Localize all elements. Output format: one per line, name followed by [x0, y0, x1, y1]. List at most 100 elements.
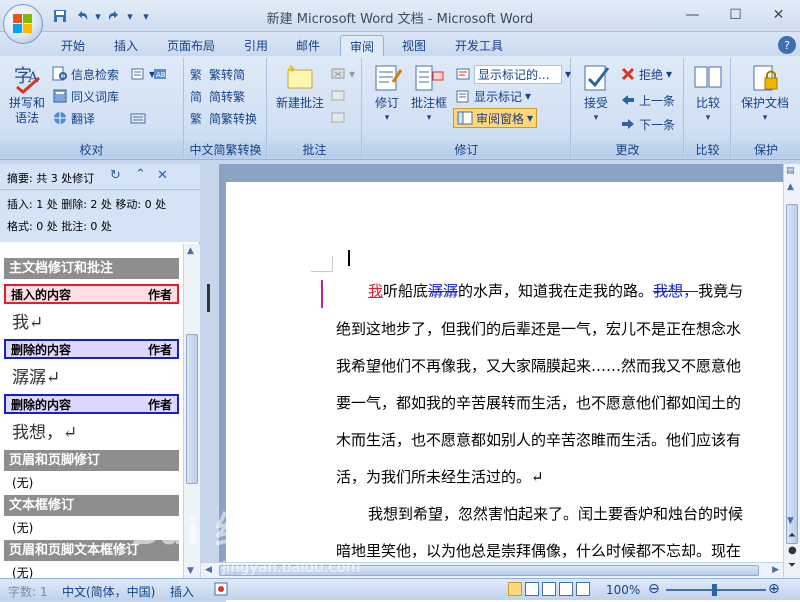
- dropdown-arrow-icon: ▾: [705, 113, 711, 123]
- reviewing-pane-icon: [457, 111, 473, 125]
- language-indicator[interactable]: 中文(简体，中国): [62, 583, 155, 600]
- group-label-protect: 保护: [732, 141, 800, 158]
- protect-document-button[interactable]: 保护文档 ▾: [736, 62, 794, 126]
- tab-home[interactable]: 开始: [55, 35, 91, 56]
- revision-header-insert[interactable]: 插入的内容 作者: [4, 284, 179, 304]
- track-changes-button[interactable]: 修订 ▾: [369, 62, 405, 126]
- zoom-in-icon[interactable]: ⊕: [768, 581, 780, 597]
- revision-content[interactable]: 我↵: [12, 308, 43, 333]
- reject-button[interactable]: 拒绝 ▾: [620, 64, 672, 84]
- zoom-level[interactable]: 100%: [606, 583, 640, 597]
- balloons-button[interactable]: 批注框 ▾: [407, 62, 451, 126]
- show-markup-icon: [456, 90, 469, 103]
- display-for-review-dropdown[interactable]: 显示标记的... ▾: [455, 64, 571, 84]
- pane-scrollbar-thumb[interactable]: [186, 334, 198, 484]
- refresh-icon[interactable]: ↻: [110, 168, 121, 183]
- chinese-conversion-icon: 繁: [190, 111, 202, 126]
- ruler-toggle-icon[interactable]: ▤: [786, 166, 798, 178]
- tab-page-layout[interactable]: 页面布局: [160, 35, 222, 56]
- previous-change-icon: [622, 95, 634, 105]
- minimize-icon[interactable]: —: [671, 0, 714, 30]
- word-count-button[interactable]: ABC: [152, 64, 168, 84]
- dropdown-arrow-icon: ▾: [384, 113, 390, 123]
- office-logo-icon: [13, 14, 33, 34]
- revision-content[interactable]: 我想，↵: [12, 418, 77, 443]
- reject-icon: [621, 67, 635, 81]
- word-count[interactable]: 字数: 1: [8, 583, 48, 600]
- previous-comment-button[interactable]: [330, 86, 346, 106]
- tab-references[interactable]: 引用: [238, 35, 274, 56]
- revision-header-delete[interactable]: 删除的内容 作者: [4, 339, 179, 359]
- new-comment-button[interactable]: 新建批注: [272, 62, 328, 111]
- scroll-left-icon[interactable]: ◀: [205, 565, 212, 575]
- spelling-icon: 字 A: [14, 66, 40, 94]
- dropdown-arrow-icon: ▾: [565, 67, 572, 81]
- next-comment-button[interactable]: [330, 108, 346, 128]
- text-cursor: [348, 250, 350, 266]
- next-change-button[interactable]: 下一条: [620, 114, 675, 134]
- vertical-scrollbar[interactable]: ▤ ▲ ▼ ⏶ ● ⏷: [783, 164, 800, 578]
- previous-page-icon[interactable]: ⏶: [788, 530, 796, 541]
- insert-mode[interactable]: 插入: [170, 583, 194, 600]
- tab-view[interactable]: 视图: [396, 35, 432, 56]
- tab-review[interactable]: 审阅: [340, 35, 384, 56]
- reviewing-pane-header: 摘要: 共 3 处修订 ↻ ⌃ ✕: [0, 164, 200, 190]
- dropdown-arrow-icon: ▾: [593, 113, 599, 123]
- delete-comment-icon: [331, 68, 345, 79]
- scroll-up-icon[interactable]: ▲: [187, 246, 194, 256]
- reviewing-pane: 摘要: 共 3 处修订 ↻ ⌃ ✕ 插入: 1 处 删除: 2 处 移动: 0 …: [0, 164, 200, 578]
- compare-button[interactable]: 比较 ▾: [689, 62, 727, 126]
- pane-scrollbar[interactable]: ▲ ▼: [183, 244, 200, 578]
- close-icon[interactable]: ✕: [757, 0, 800, 30]
- revision-content[interactable]: 潺潺↵: [12, 363, 60, 388]
- tab-developer[interactable]: 开发工具: [448, 35, 510, 56]
- draft-view-icon[interactable]: [576, 582, 590, 596]
- chinese-conversion-button[interactable]: 繁 简繁转换: [190, 108, 257, 128]
- scroll-down-icon[interactable]: ▼: [187, 566, 194, 576]
- office-button[interactable]: [3, 4, 43, 44]
- delete-comment-button[interactable]: ▾: [330, 64, 355, 84]
- simplified-to-traditional-button[interactable]: 简 简转繁: [190, 86, 245, 106]
- zoom-out-icon[interactable]: ⊖: [648, 581, 660, 597]
- group-label-comments: 批注: [268, 141, 361, 158]
- revision-header-delete[interactable]: 删除的内容 作者: [4, 394, 179, 414]
- document-area: 我听船底潺潺的水声，知道我在走我的路。我想，我竟与 绝到这地步了，但我们的后辈还…: [201, 164, 800, 602]
- textbox-value: (无): [12, 521, 34, 535]
- accept-button[interactable]: 接受 ▾: [576, 62, 616, 126]
- traditional-to-simplified-button[interactable]: 繁 繁转简: [190, 64, 245, 84]
- ruler-marker: [207, 284, 210, 312]
- dropdown-arrow-icon: ▾: [666, 67, 673, 81]
- document-page[interactable]: 我听船底潺潺的水声，知道我在走我的路。我想，我竟与 绝到这地步了，但我们的后辈还…: [226, 182, 800, 602]
- tab-insert[interactable]: 插入: [108, 35, 144, 56]
- web-layout-icon[interactable]: [542, 582, 556, 596]
- simplified-to-traditional-icon: 简: [190, 90, 202, 104]
- scroll-right-icon[interactable]: ▶: [772, 565, 779, 575]
- scroll-up-icon[interactable]: ▲: [787, 182, 794, 192]
- header-footer-value: (无): [12, 476, 34, 490]
- next-page-icon[interactable]: ⏷: [788, 560, 796, 571]
- outline-view-icon[interactable]: [559, 582, 573, 596]
- margin-marker: [311, 256, 333, 272]
- scroll-down-icon[interactable]: ▼: [787, 516, 794, 526]
- show-markup-button[interactable]: 显示标记 ▾: [455, 86, 531, 106]
- translate-button[interactable]: 翻译: [52, 108, 95, 128]
- research-button[interactable]: 信息检索: [52, 64, 119, 84]
- close-pane-icon[interactable]: ✕: [157, 168, 168, 183]
- thesaurus-button[interactable]: 同义词库: [52, 86, 119, 106]
- select-browse-object-icon[interactable]: ●: [788, 545, 797, 556]
- full-screen-reading-icon[interactable]: [525, 582, 539, 596]
- macro-record-icon[interactable]: [214, 582, 228, 599]
- group-label-compare: 比较: [685, 141, 730, 158]
- print-layout-view-icon[interactable]: [508, 582, 522, 596]
- previous-change-button[interactable]: 上一条: [620, 90, 675, 110]
- reviewing-pane-button[interactable]: 审阅窗格 ▾: [453, 108, 538, 128]
- collapse-up-icon[interactable]: ⌃: [135, 167, 146, 182]
- spelling-grammar-button[interactable]: 字 A 拼写和 语法: [6, 62, 48, 126]
- zoom-slider-thumb[interactable]: [712, 584, 717, 596]
- tab-mailings[interactable]: 邮件: [290, 35, 326, 56]
- help-icon[interactable]: ?: [778, 36, 796, 54]
- document-line: 暗地里笑他，以为他总是崇拜偶像，什么时候都不忘却。现在: [336, 542, 742, 560]
- set-language-button[interactable]: [130, 108, 146, 128]
- vertical-scrollbar-thumb[interactable]: [786, 204, 798, 544]
- maximize-icon[interactable]: ☐: [714, 0, 757, 30]
